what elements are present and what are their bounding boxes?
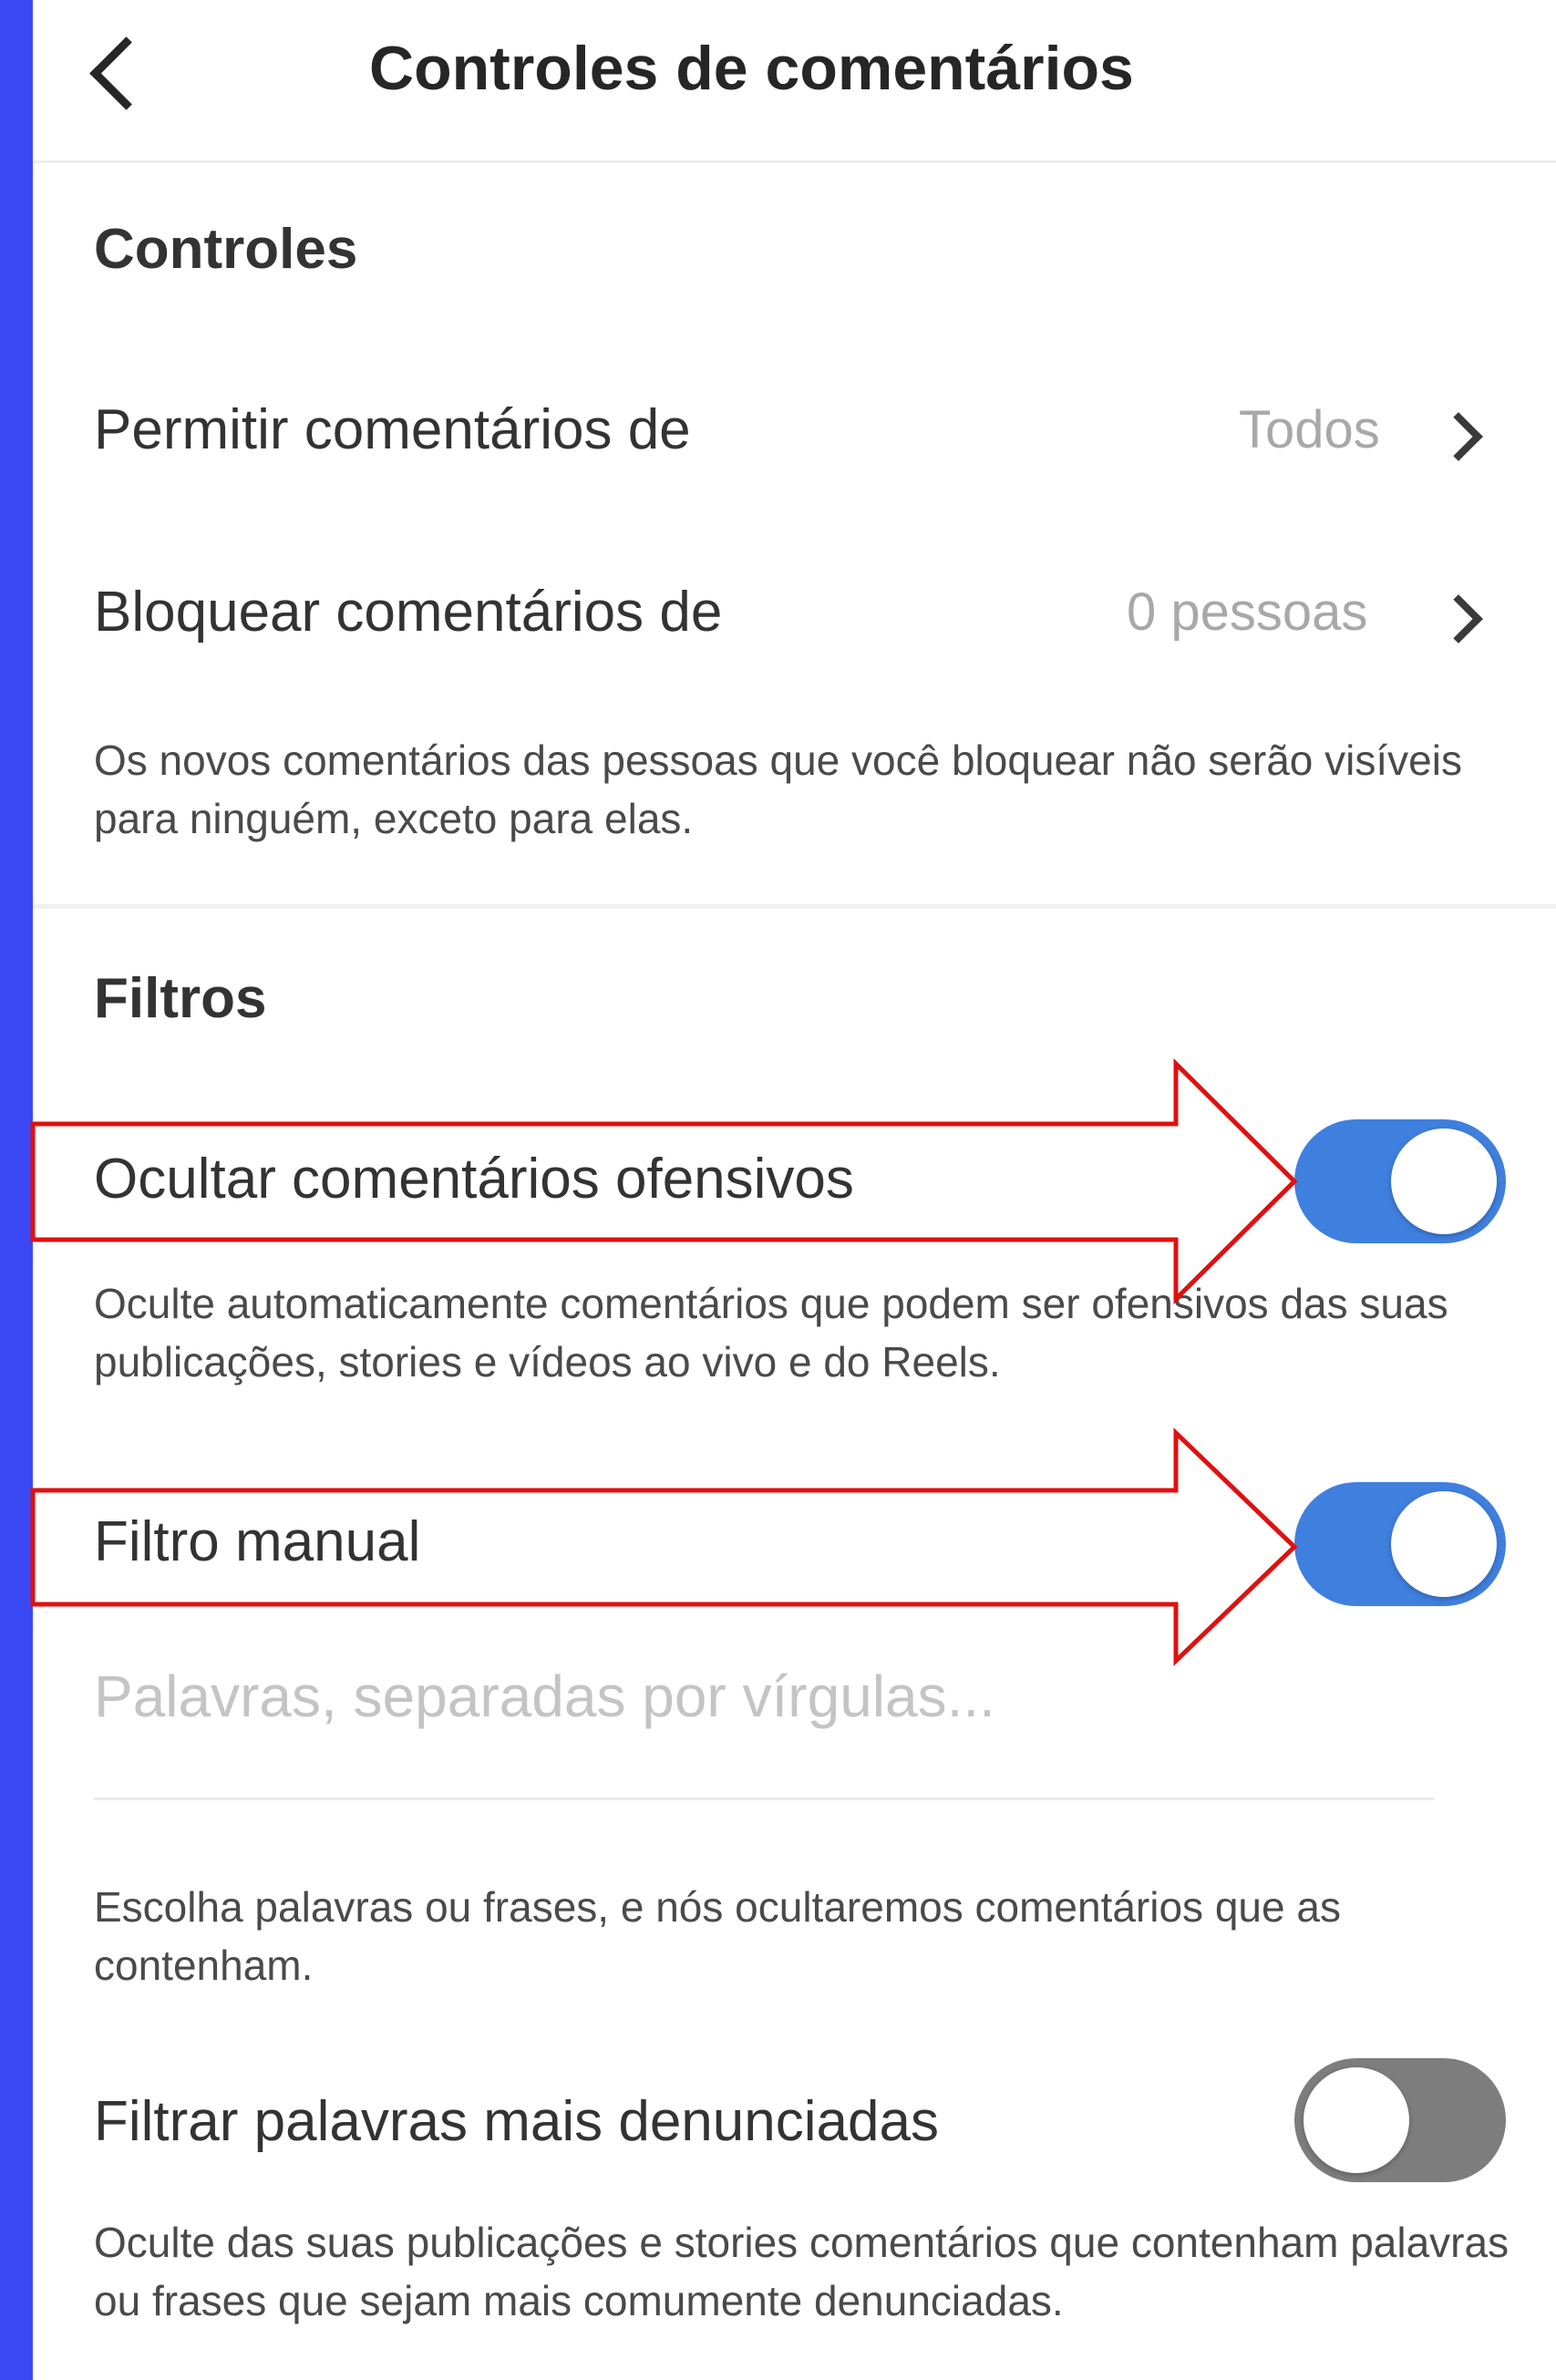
- most-reported-toggle[interactable]: [1294, 2058, 1506, 2182]
- controls-section-title: Controles: [94, 218, 358, 281]
- input-underline: [94, 1798, 1434, 1800]
- chevron-right-icon: [1434, 594, 1483, 644]
- hide-offensive-description: Oculte automaticamente comentários que p…: [94, 1280, 1448, 1386]
- hide-offensive-label: Ocultar comentários ofensivos: [94, 1148, 854, 1211]
- filters-section-title: Filtros: [94, 967, 267, 1030]
- allow-comments-label: Permitir comentários de: [94, 398, 691, 461]
- manual-filter-label: Filtro manual: [94, 1510, 421, 1573]
- toggle-knob: [1391, 1128, 1497, 1234]
- manual-filter-input[interactable]: Palavras, separadas por vírgulas...: [94, 1663, 995, 1730]
- chevron-right-icon: [1434, 412, 1483, 461]
- manual-filter-toggle[interactable]: [1294, 1482, 1506, 1606]
- back-arrow-icon[interactable]: [89, 36, 163, 110]
- left-accent-bar: [0, 0, 33, 2380]
- toggle-knob: [1391, 1491, 1497, 1597]
- allow-comments-row[interactable]: Permitir comentários de Todos: [33, 365, 1556, 501]
- block-comments-label: Bloquear comentários de: [94, 581, 723, 644]
- manual-filter-description: Escolha palavras ou frases, e nós oculta…: [94, 1883, 1341, 1989]
- block-comments-row[interactable]: Bloquear comentários de 0 pessoas: [33, 547, 1556, 684]
- header-divider: [33, 160, 1556, 163]
- page-title: Controles de comentários: [369, 34, 1134, 103]
- toggle-knob: [1304, 2067, 1409, 2173]
- most-reported-description: Oculte das suas publicações e stories co…: [94, 2219, 1510, 2324]
- section-divider: [33, 904, 1556, 909]
- hide-offensive-toggle[interactable]: [1294, 1119, 1506, 1243]
- most-reported-label: Filtrar palavras mais denunciadas: [94, 2090, 939, 2153]
- block-description: Os novos comentários das pessoas que voc…: [94, 737, 1462, 842]
- block-comments-value: 0 pessoas: [1127, 582, 1368, 642]
- allow-comments-value: Todos: [1239, 400, 1380, 459]
